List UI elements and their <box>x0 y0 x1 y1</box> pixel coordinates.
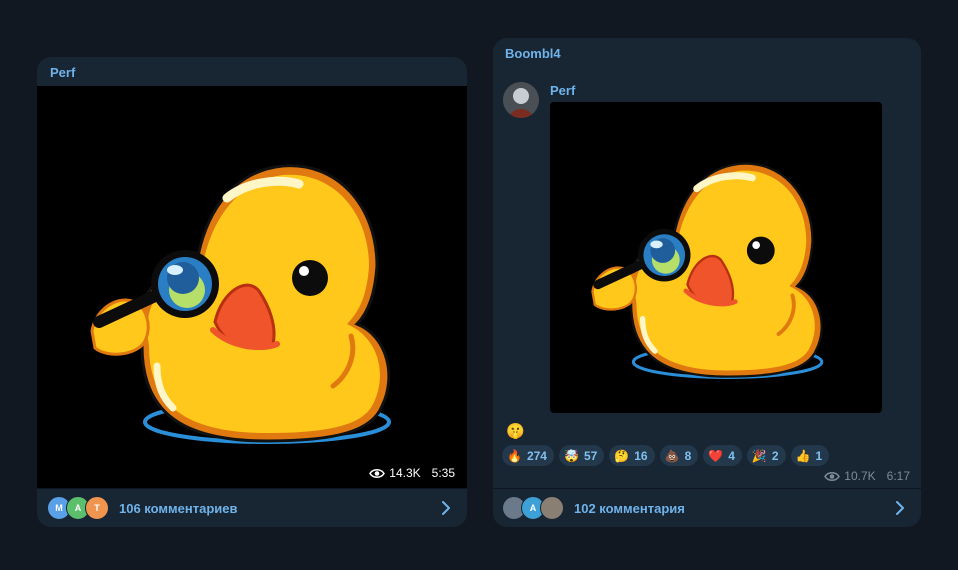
reaction-count: 1 <box>815 448 823 463</box>
reaction-count: 2 <box>771 448 779 463</box>
reaction-emoji: 🎉 <box>751 448 767 463</box>
avatar-image <box>503 82 539 118</box>
sticker-media[interactable] <box>550 102 882 413</box>
message-emoji: 🤫 <box>506 423 525 440</box>
avatar <box>540 496 564 520</box>
reaction-party[interactable]: 🎉 2 <box>746 445 786 466</box>
post-meta: 10.7K 6:17 <box>824 469 910 483</box>
post-time: 5:35 <box>431 466 455 480</box>
channel-post-1[interactable]: Perf 14.3K 5:35 M A T 106 комментариев <box>37 57 467 527</box>
reaction-fire[interactable]: 🔥 274 <box>502 445 554 466</box>
chevron-right-icon[interactable] <box>893 501 907 515</box>
reaction-emoji: 👍 <box>795 448 811 463</box>
comments-link[interactable]: 106 комментариев <box>119 501 237 516</box>
avatar: T <box>85 496 109 520</box>
reaction-thumbs-up[interactable]: 👍 1 <box>790 445 830 466</box>
post-meta: 14.3K 5:35 <box>369 466 455 480</box>
reaction-count: 16 <box>634 448 648 463</box>
commenter-avatars: M A T <box>47 496 109 520</box>
duck-sticker <box>591 162 824 379</box>
reaction-thinking[interactable]: 🤔 16 <box>609 445 655 466</box>
post-time: 6:17 <box>886 469 910 483</box>
sticker-media[interactable] <box>37 86 467 488</box>
view-count: 14.3K <box>389 466 421 480</box>
reaction-heart[interactable]: ❤️ 4 <box>703 445 742 466</box>
eye-icon <box>824 471 841 481</box>
reaction-count: 8 <box>684 448 692 463</box>
reactions-row: 🔥 274 🤯 57 🤔 16 💩 8 ❤️ 4 🎉 2 👍 1 <box>502 445 830 466</box>
post-author[interactable]: Perf <box>50 65 75 80</box>
reaction-emoji: 🔥 <box>507 448 522 463</box>
reaction-emoji: ❤️ <box>708 448 724 463</box>
duck-sticker <box>90 164 391 444</box>
comments-bar[interactable]: A 102 комментария <box>493 488 921 527</box>
reaction-count: 4 <box>728 448 735 463</box>
reaction-emoji: 💩 <box>664 448 680 463</box>
channel-post-2[interactable]: Boombl4 Perf 🤫 🔥 274 🤯 57 🤔 16 💩 8 ❤️ 4 … <box>493 38 921 527</box>
view-count: 10.7K <box>844 469 876 483</box>
forwarded-from[interactable]: Boombl4 <box>505 46 561 61</box>
reaction-poop[interactable]: 💩 8 <box>659 445 699 466</box>
post-author[interactable]: Perf <box>550 83 575 98</box>
reaction-mind-blown[interactable]: 🤯 57 <box>558 445 605 466</box>
comments-link[interactable]: 102 комментария <box>574 501 685 516</box>
reaction-emoji: 🤔 <box>614 448 630 463</box>
comments-bar[interactable]: M A T 106 комментариев <box>37 488 467 527</box>
reaction-count: 57 <box>583 448 598 463</box>
commenter-avatars: A <box>502 496 564 520</box>
reaction-count: 274 <box>526 448 547 463</box>
chevron-right-icon[interactable] <box>439 501 453 515</box>
reaction-emoji: 🤯 <box>563 448 579 463</box>
eye-icon <box>369 468 386 478</box>
avatar[interactable] <box>503 82 539 118</box>
